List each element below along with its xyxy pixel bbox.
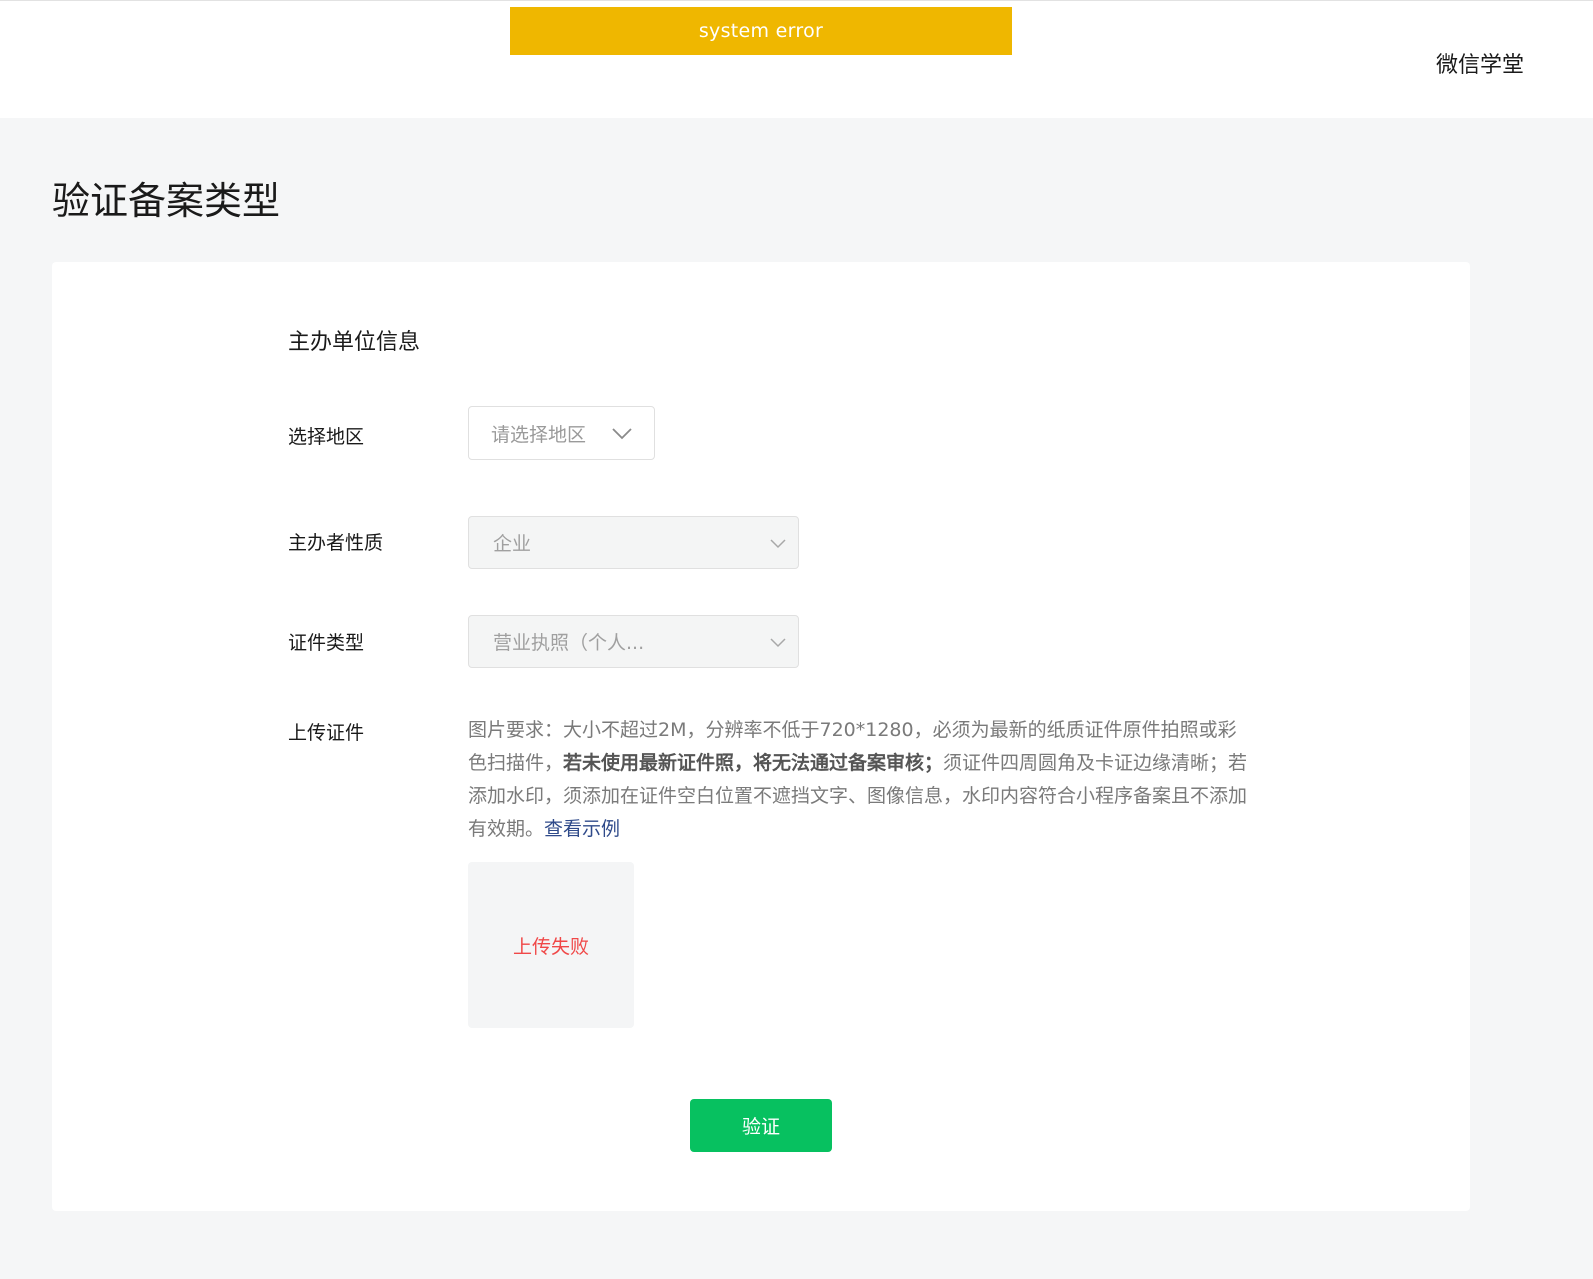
chevron-down-icon xyxy=(770,535,786,555)
view-example-link[interactable]: 查看示例 xyxy=(544,818,620,840)
upload-status: 上传失败 xyxy=(512,935,589,958)
error-banner: system error xyxy=(510,7,1012,55)
cert-type-select: 营业执照（个人... xyxy=(468,615,799,668)
upload-box[interactable]: 上传失败 xyxy=(468,862,634,1028)
form-card: 主办单位信息 选择地区 请选择地区 主办者性质 企业 证件类型 营业执照（个人.… xyxy=(52,262,1470,1211)
sponsor-type-label: 主办者性质 xyxy=(288,532,384,554)
section-title: 主办单位信息 xyxy=(288,330,421,355)
upload-desc-warning: 若未使用最新证件照，将无法通过备案审核； xyxy=(563,752,944,774)
cert-type-value: 营业执照（个人... xyxy=(493,632,645,654)
chevron-down-icon xyxy=(612,421,632,449)
chevron-down-icon xyxy=(770,634,786,654)
upload-requirements: 图片要求：大小不超过2M，分辨率不低于720*1280，必须为最新的纸质证件原件… xyxy=(468,714,1248,846)
cert-type-label: 证件类型 xyxy=(288,632,365,654)
sponsor-type-value: 企业 xyxy=(493,533,532,555)
region-label: 选择地区 xyxy=(288,426,365,448)
top-bar: system error 微信学堂 xyxy=(0,0,1593,118)
wechat-academy-link[interactable]: 微信学堂 xyxy=(1436,47,1524,79)
verify-button[interactable]: 验证 xyxy=(690,1099,832,1152)
sponsor-type-select: 企业 xyxy=(468,516,799,569)
region-select[interactable]: 请选择地区 xyxy=(468,406,655,460)
region-placeholder: 请选择地区 xyxy=(491,423,587,446)
page-title: 验证备案类型 xyxy=(52,179,281,223)
upload-label: 上传证件 xyxy=(288,722,365,744)
